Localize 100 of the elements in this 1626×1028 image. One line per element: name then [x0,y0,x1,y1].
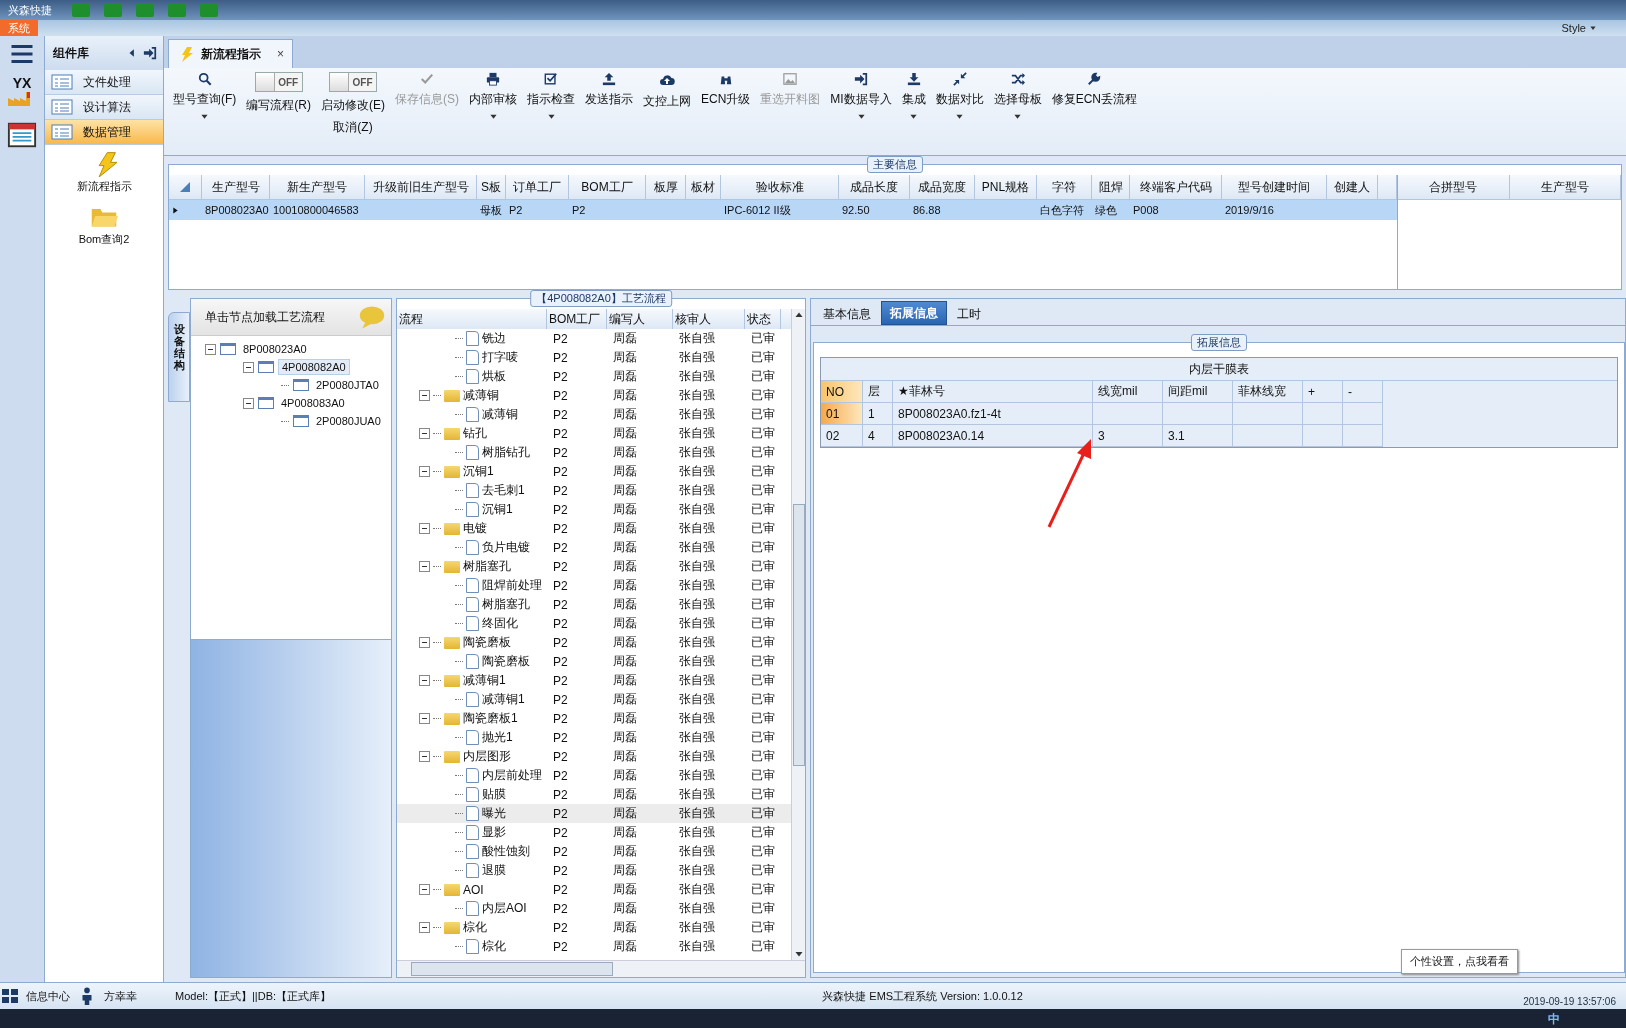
collapse-toggle[interactable] [419,637,430,648]
collapse-toggle[interactable] [419,390,430,401]
column-header[interactable]: 字符 [1052,178,1076,196]
table-row[interactable]: 烘板 P2 周磊 张自强 已审 [397,367,791,386]
scrollbar[interactable] [791,309,805,960]
column-header[interactable]: S板 [481,178,501,196]
sidebar-item[interactable]: 数据管理 [45,120,163,145]
process-step[interactable]: 减薄铜 [463,387,499,404]
column-header[interactable]: 订单工厂 [513,178,561,196]
table-row[interactable]: 棕化 P2 周磊 张自强 已审 [397,918,791,937]
collapse-toggle[interactable] [419,751,430,762]
toolbar-button[interactable]: 内部审核 [464,68,522,155]
column-header[interactable]: 型号创建时间 [1238,178,1310,196]
table-row[interactable]: 铣边 P2 周磊 张自强 已审 [397,329,791,348]
process-step[interactable]: AOI [463,882,484,897]
table-row[interactable]: 内层AOI P2 周磊 张自强 已审 [397,899,791,918]
table-row[interactable]: 负片电镀 P2 周磊 张自强 已审 [397,538,791,557]
process-step[interactable]: 终固化 [482,615,518,632]
table-row[interactable]: 树脂钻孔 P2 周磊 张自强 已审 [397,443,791,462]
toolbar-button[interactable]: 指示检查 [522,68,580,155]
column-header[interactable]: 状态 [747,310,771,328]
column-header[interactable]: 线宽mil [1093,381,1163,403]
collapse-toggle[interactable] [419,713,430,724]
table-row[interactable]: 显影 P2 周磊 张自强 已审 [397,823,791,842]
table-row[interactable]: 内层图形 P2 周磊 张自强 已审 [397,747,791,766]
empty-cell[interactable] [1343,425,1383,447]
process-step[interactable]: 陶瓷磨板1 [463,710,518,727]
toolbar-button[interactable]: MI数据导入 [825,68,897,155]
tree-node[interactable]: 2P0080JTA0 [313,378,382,392]
table-row[interactable]: 退膜 P2 周磊 张自强 已审 [397,861,791,880]
process-step[interactable]: 沉铜1 [463,463,494,480]
toggle-switch[interactable]: OFF [329,72,377,92]
column-header[interactable]: PNL规格 [981,178,1030,196]
collapse-toggle[interactable] [419,466,430,477]
tree-node[interactable]: 4P008083A0 [278,396,348,410]
process-step[interactable]: 陶瓷磨板 [482,653,530,670]
row-header[interactable]: 01 [821,403,863,425]
ime-indicator[interactable]: 中 [1542,1009,1566,1028]
process-step[interactable]: 曝光 [482,805,506,822]
column-header[interactable]: 验收标准 [755,178,804,196]
toolbar-button[interactable]: 集成 [896,68,931,155]
process-step[interactable]: 棕化 [463,919,487,936]
process-step[interactable]: 减薄铜 [482,406,518,423]
column-header[interactable]: 菲林线宽 [1233,381,1303,403]
collapse-toggle[interactable] [243,397,254,409]
table-row[interactable]: 内层前处理 P2 周磊 张自强 已审 [397,766,791,785]
process-step[interactable]: 内层图形 [463,748,511,765]
table-row[interactable]: AOI P2 周磊 张自强 已审 [397,880,791,899]
toolbar-button[interactable]: 发送指示 [580,68,638,155]
toolbar-button[interactable]: 数据对比 [930,68,989,155]
table-row[interactable]: 8P008023A0 10010800046583 母板 P2 P2 IPC-6012 II级 92.50 86.88 白色字符 绿色 P008 2019/9/16 [169,200,1397,220]
toolbar-button[interactable]: 修复ECN丢流程 [1046,68,1143,155]
empty-cell[interactable] [1303,425,1343,447]
tree-node[interactable]: 2P0080JUA0 [313,414,384,428]
collapse-icon[interactable] [127,48,137,58]
table-row[interactable]: 树脂塞孔 P2 周磊 张自强 已审 [397,557,791,576]
table-row[interactable]: 陶瓷磨板 P2 周磊 张自强 已审 [397,652,791,671]
process-step[interactable]: 打字唛 [482,349,518,366]
table-row[interactable]: 沉铜1 P2 周磊 张自强 已审 [397,462,791,481]
column-header[interactable]: + [1303,381,1343,403]
process-step[interactable]: 铣边 [482,330,506,347]
tab[interactable]: 基本信息 [815,303,879,325]
table-row[interactable]: 沉铜1 P2 周磊 张自强 已审 [397,500,791,519]
menu-icon[interactable] [10,42,34,66]
toolbar-button[interactable]: 选择母板 [988,68,1047,155]
collapse-toggle[interactable] [205,343,216,355]
collapse-toggle[interactable] [419,561,430,572]
empty-cell[interactable] [1093,403,1163,425]
process-step[interactable]: 负片电镀 [482,539,530,556]
collapse-toggle[interactable] [419,884,430,895]
process-step[interactable]: 退膜 [482,862,506,879]
column-header[interactable]: 创建人 [1334,178,1370,196]
table-row[interactable]: 曝光 P2 周磊 张自强 已审 [397,804,791,823]
factory-logo[interactable]: YX [5,76,39,110]
collapse-toggle[interactable] [419,428,430,439]
table-row[interactable]: 减薄铜 P2 周磊 张自强 已审 [397,386,791,405]
table-row[interactable]: 贴膜 P2 周磊 张自强 已审 [397,785,791,804]
column-header[interactable]: 板材 [691,178,715,196]
empty-cell[interactable] [1163,403,1233,425]
column-header[interactable]: 新生产型号 [287,178,347,196]
empty-cell[interactable] [1233,403,1303,425]
process-step[interactable]: 烘板 [482,368,506,385]
empty-cell[interactable] [1303,403,1343,425]
toolbar-button[interactable]: ECN升级 [696,68,756,155]
calendar-icon[interactable] [7,120,37,150]
toggle-switch[interactable]: OFF [254,72,303,92]
process-step[interactable]: 陶瓷磨板 [463,634,511,651]
side-tab[interactable]: 设备结构 [168,312,190,402]
process-step[interactable]: 显影 [482,824,506,841]
column-header[interactable]: 成品长度 [850,178,898,196]
style-menu[interactable]: Style [1561,22,1596,34]
column-header[interactable]: 间距mil [1163,381,1233,403]
column-header[interactable]: 生产型号 [1540,178,1589,196]
table-row[interactable]: 钻孔 P2 周磊 张自强 已审 [397,424,791,443]
table-row[interactable]: 棕化 P2 周磊 张自强 已审 [397,937,791,956]
process-step[interactable]: 内层AOI [482,900,527,917]
table-row[interactable]: 减薄铜1 P2 周磊 张自强 已审 [397,690,791,709]
empty-cell[interactable] [1233,425,1303,447]
process-step[interactable]: 树脂塞孔 [482,596,530,613]
row-header[interactable]: 02 [821,425,863,447]
